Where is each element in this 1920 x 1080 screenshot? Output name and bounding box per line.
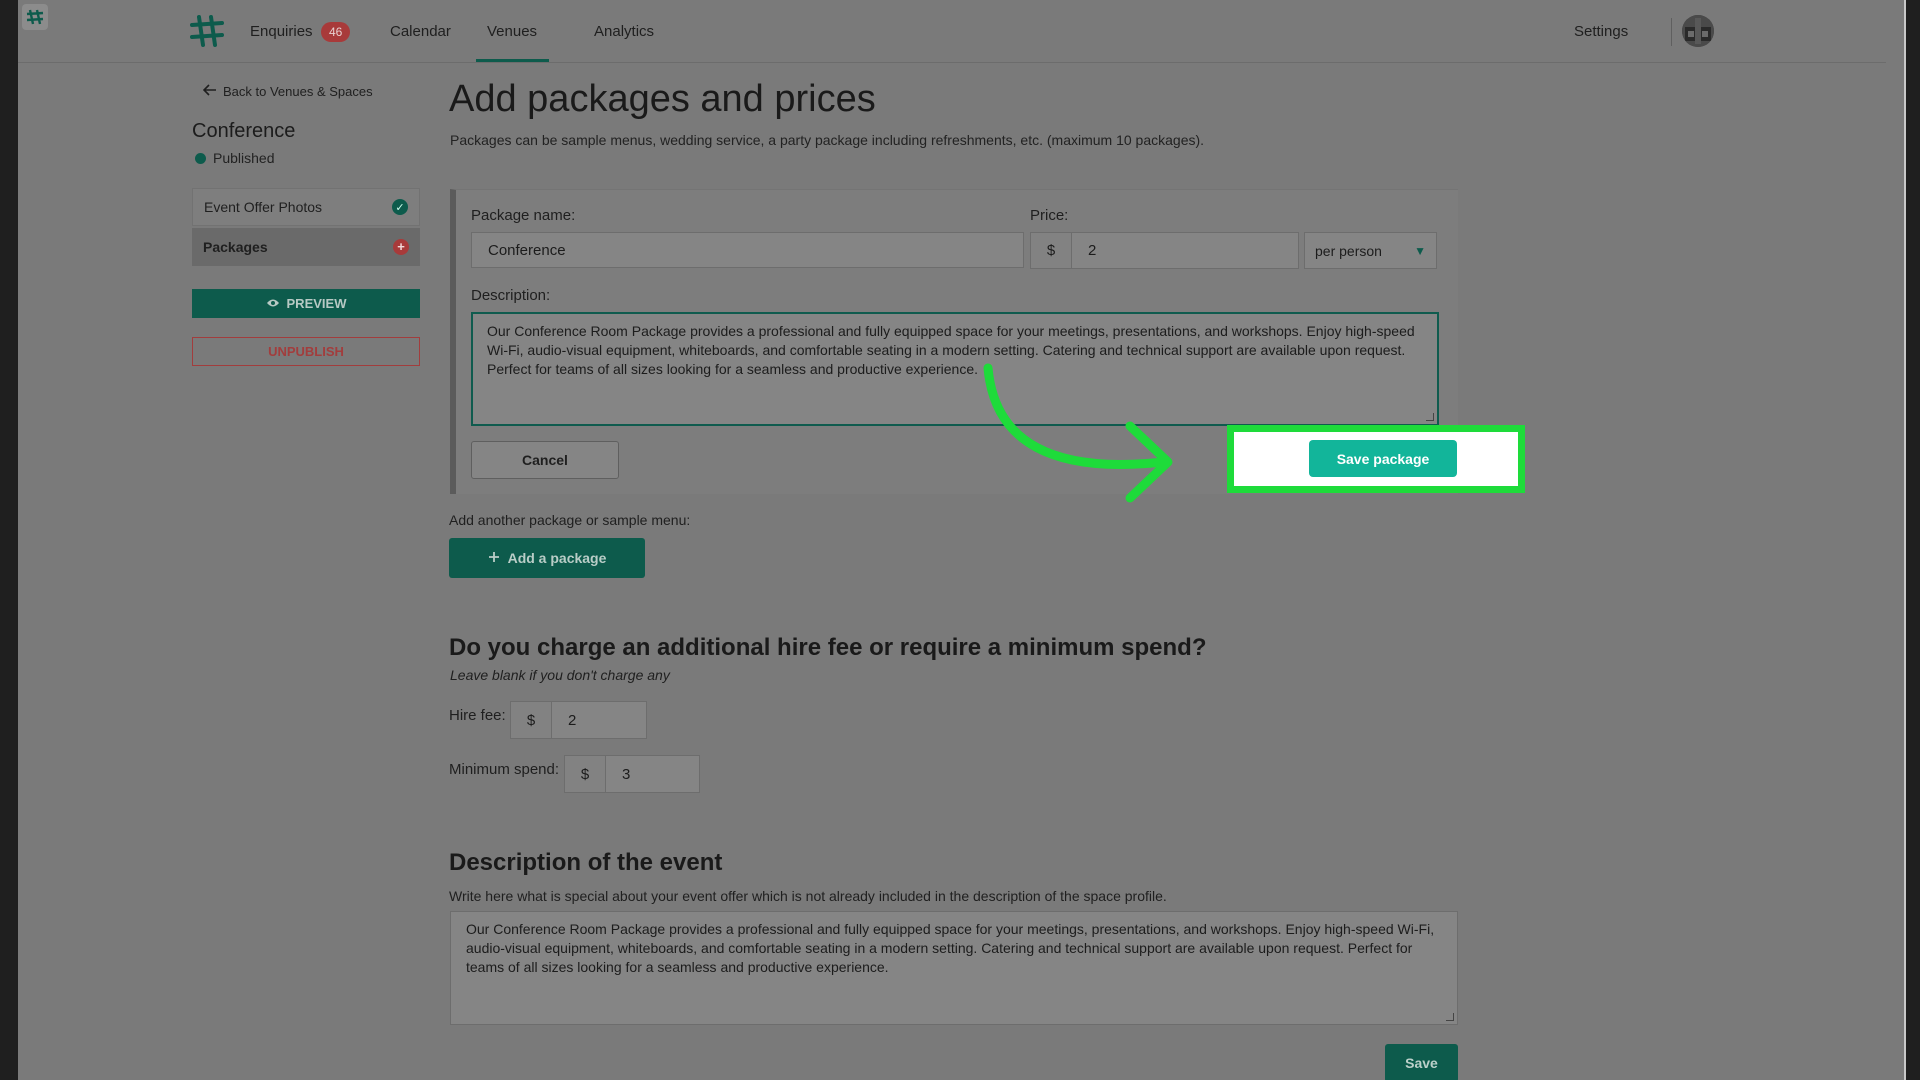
nav-venues[interactable]: Venues [487,23,537,40]
eye-icon [266,296,280,311]
fees-heading: Do you charge an additional hire fee or … [449,634,1207,661]
preview-label: PREVIEW [286,296,347,311]
price-currency-prefix: $ [1030,232,1072,269]
nav-analytics[interactable]: Analytics [594,23,654,40]
package-description-textarea[interactable]: Our Conference Room Package provides a p… [471,312,1439,426]
sidebar-item-event-offer-photos[interactable]: Event Offer Photos ✓ [192,188,420,226]
add-package-button[interactable]: Add a package [449,538,645,578]
nav-settings[interactable]: Settings [1574,23,1628,40]
save-button[interactable]: Save [1385,1044,1458,1080]
guide-arrow-icon [983,363,1173,503]
event-description-text: Our Conference Room Package provides a p… [466,921,1435,975]
minimum-spend-currency-prefix: $ [564,755,606,793]
app-window: Enquiries 46 Calendar Venues Analytics S… [18,0,1906,1080]
price-unit-value: per person [1315,242,1382,259]
page-title: Add packages and prices [449,78,876,120]
hire-fee-currency-prefix: $ [510,701,552,739]
resize-grip-icon[interactable] [1426,413,1434,421]
enquiries-count-badge: 46 [321,22,351,42]
app-corner-logo-icon [22,4,48,30]
resize-grip-icon[interactable] [1446,1013,1454,1021]
add-package-label: Add another package or sample menu: [449,512,691,528]
alert-plus-icon: + [393,239,409,255]
publish-status: Published [195,150,275,166]
price-label: Price: [1030,207,1069,224]
sidebar-item-label: Event Offer Photos [204,199,323,215]
status-dot-icon [195,152,206,164]
venue-title: Conference [192,120,296,142]
plus-icon [488,550,500,566]
back-to-venues-link[interactable]: Back to Venues & Spaces [202,84,373,99]
add-package-label-text: Add a package [507,550,607,566]
nav-divider [1671,18,1672,46]
brand-logo-icon[interactable] [190,14,224,48]
nav-enquiries[interactable]: Enquiries [250,23,313,40]
unpublish-button[interactable]: UNPUBLISH [192,337,420,366]
sidebar-item-label: Packages [203,239,268,255]
package-name-input[interactable]: Conference [471,232,1024,268]
price-unit-select[interactable]: per person ▼ [1304,232,1437,269]
top-navigation: Enquiries 46 Calendar Venues Analytics S… [18,0,1886,63]
vertical-scrollbar[interactable]: ▲ ▼ [1904,0,1906,1080]
cancel-button[interactable]: Cancel [471,441,619,479]
event-description-textarea[interactable]: Our Conference Room Package provides a p… [450,911,1458,1025]
save-package-button[interactable]: Save package [1309,440,1457,477]
back-link-label: Back to Venues & Spaces [223,84,373,99]
minimum-spend-label: Minimum spend: [449,761,560,778]
package-name-label: Package name: [471,207,576,224]
price-input[interactable]: 2 [1071,232,1299,269]
hire-fee-label: Hire fee: [449,707,506,724]
event-description-heading: Description of the event [449,849,723,876]
event-description-subtitle: Write here what is special about your ev… [449,888,1167,904]
caret-down-icon: ▼ [1414,243,1426,258]
package-description-text: Our Conference Room Package provides a p… [487,323,1415,377]
hire-fee-input[interactable]: 2 [551,701,647,739]
check-circle-icon: ✓ [392,199,408,215]
page-subtitle: Packages can be sample menus, wedding se… [450,132,1205,148]
preview-button[interactable]: PREVIEW [192,289,420,318]
minimum-spend-input[interactable]: 3 [605,755,700,793]
status-label: Published [213,150,275,166]
arrow-left-icon [202,84,217,99]
sidebar-item-packages[interactable]: Packages + [192,228,420,266]
fees-hint: Leave blank if you don't charge any [450,667,670,683]
active-tab-indicator [476,59,549,62]
nav-calendar[interactable]: Calendar [390,23,451,40]
description-label: Description: [471,287,551,304]
avatar[interactable] [1682,15,1714,47]
